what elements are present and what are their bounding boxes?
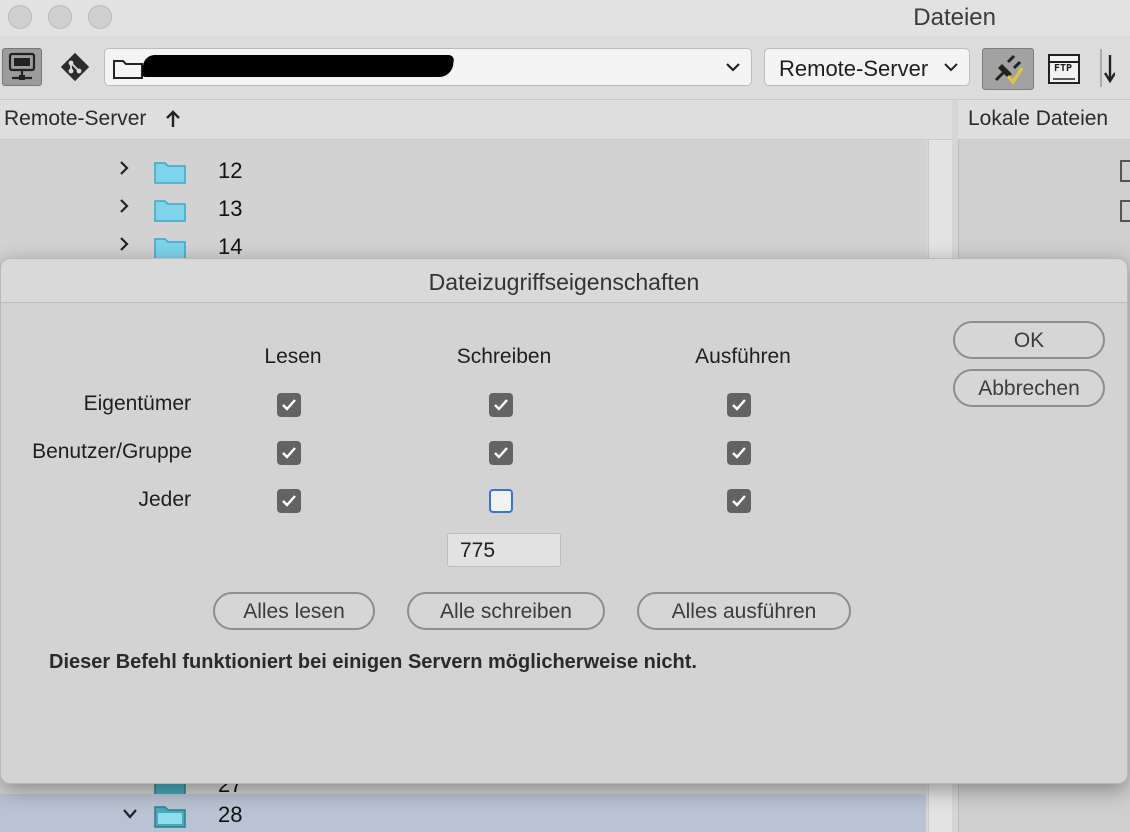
checkmark-icon (282, 399, 296, 411)
remote-column-label: Remote-Server (4, 107, 147, 130)
column-label-execute: Ausführen (695, 345, 791, 368)
chevron-down-icon (726, 63, 740, 72)
checkbox-everyone-execute[interactable] (727, 489, 751, 513)
redacted-path (141, 55, 455, 77)
checkbox-group-write[interactable] (489, 441, 513, 465)
cancel-button[interactable]: Abbrechen (953, 369, 1105, 407)
disconnect-button[interactable] (982, 48, 1034, 90)
tree-row-selected[interactable]: 28 (0, 794, 926, 832)
chevron-down-icon[interactable] (122, 808, 138, 820)
row-label-owner: Eigentümer (83, 392, 191, 415)
plug-check-icon (994, 54, 1024, 85)
checkbox-owner-execute[interactable] (727, 393, 751, 417)
git-icon (60, 52, 90, 82)
checkbox-owner-read[interactable] (277, 393, 301, 417)
tree-item-name: 28 (218, 802, 243, 827)
chevron-right-icon[interactable] (118, 236, 130, 252)
checkmark-icon (282, 495, 296, 507)
checkmark-icon (732, 447, 746, 459)
row-label-group: Benutzer/Gruppe (32, 440, 192, 463)
column-label-read: Lesen (264, 345, 322, 368)
arrow-down-icon (1100, 49, 1115, 87)
checkmark-icon (494, 399, 508, 411)
checkbox-group-execute[interactable] (727, 441, 751, 465)
folder-open-icon (154, 806, 186, 828)
server-view-select[interactable]: Remote-Server (764, 48, 970, 86)
get-files-button[interactable] (1092, 48, 1122, 88)
chevron-down-icon (944, 63, 958, 72)
local-row-marker (1120, 160, 1130, 182)
checkbox-group-read[interactable] (277, 441, 301, 465)
server-view-label: Remote-Server (779, 56, 929, 81)
header-spacer (928, 100, 952, 140)
connect-button[interactable] (2, 48, 42, 86)
tree-row[interactable]: 13 (0, 188, 926, 226)
local-column-label: Lokale Dateien (968, 107, 1109, 130)
close-window-button[interactable] (8, 5, 32, 29)
warning-text: Dieser Befehl funktioniert bei einigen S… (49, 651, 697, 673)
checkmark-icon (282, 447, 296, 459)
tree-item-name: 13 (218, 196, 243, 221)
checkbox-owner-write[interactable] (489, 393, 513, 417)
folder-outline-icon (113, 60, 143, 79)
tree-row[interactable]: 12 (0, 150, 926, 188)
octal-permission-field[interactable]: 775 (447, 533, 561, 567)
minimize-window-button[interactable] (48, 5, 72, 29)
checkmark-icon (732, 399, 746, 411)
tree-item-name: 12 (218, 158, 243, 183)
tree-item-name: 14 (218, 234, 243, 259)
write-all-button[interactable]: Alle schreiben (407, 592, 605, 630)
remote-column-header[interactable]: Remote-Server (0, 100, 928, 140)
zoom-window-button[interactable] (88, 5, 112, 29)
folder-icon (154, 200, 186, 222)
checkbox-everyone-write[interactable] (489, 489, 513, 513)
ftp-log-button[interactable]: FTP (1046, 52, 1082, 86)
chevron-right-icon[interactable] (118, 198, 130, 214)
window-title: Dateien (913, 4, 996, 31)
path-select[interactable] (104, 48, 752, 86)
title-bar: Dateien (0, 0, 1130, 36)
file-permissions-dialog: Dateizugriffseigenschaften Lesen Schreib… (0, 258, 1128, 784)
network-server-icon (8, 52, 36, 80)
ok-button[interactable]: OK (953, 321, 1105, 359)
chevron-right-icon[interactable] (118, 160, 130, 176)
checkbox-everyone-read[interactable] (277, 489, 301, 513)
local-column-header[interactable]: Lokale Dateien (958, 100, 1130, 140)
local-row-marker (1120, 200, 1130, 222)
ftp-label: FTP (1054, 63, 1073, 74)
git-button[interactable] (56, 48, 94, 86)
row-label-everyone: Jeder (138, 488, 191, 511)
read-all-button[interactable]: Alles lesen (213, 592, 375, 630)
column-label-write: Schreiben (456, 345, 552, 368)
folder-icon (154, 162, 186, 184)
checkmark-icon (732, 495, 746, 507)
execute-all-button[interactable]: Alles ausführen (637, 592, 851, 630)
sort-ascending-icon (166, 110, 180, 127)
toolbar: Remote-Server FTP (0, 36, 1130, 100)
dialog-title: Dateizugriffseigenschaften (1, 259, 1127, 303)
folder-icon (154, 238, 186, 260)
checkmark-icon (494, 447, 508, 459)
